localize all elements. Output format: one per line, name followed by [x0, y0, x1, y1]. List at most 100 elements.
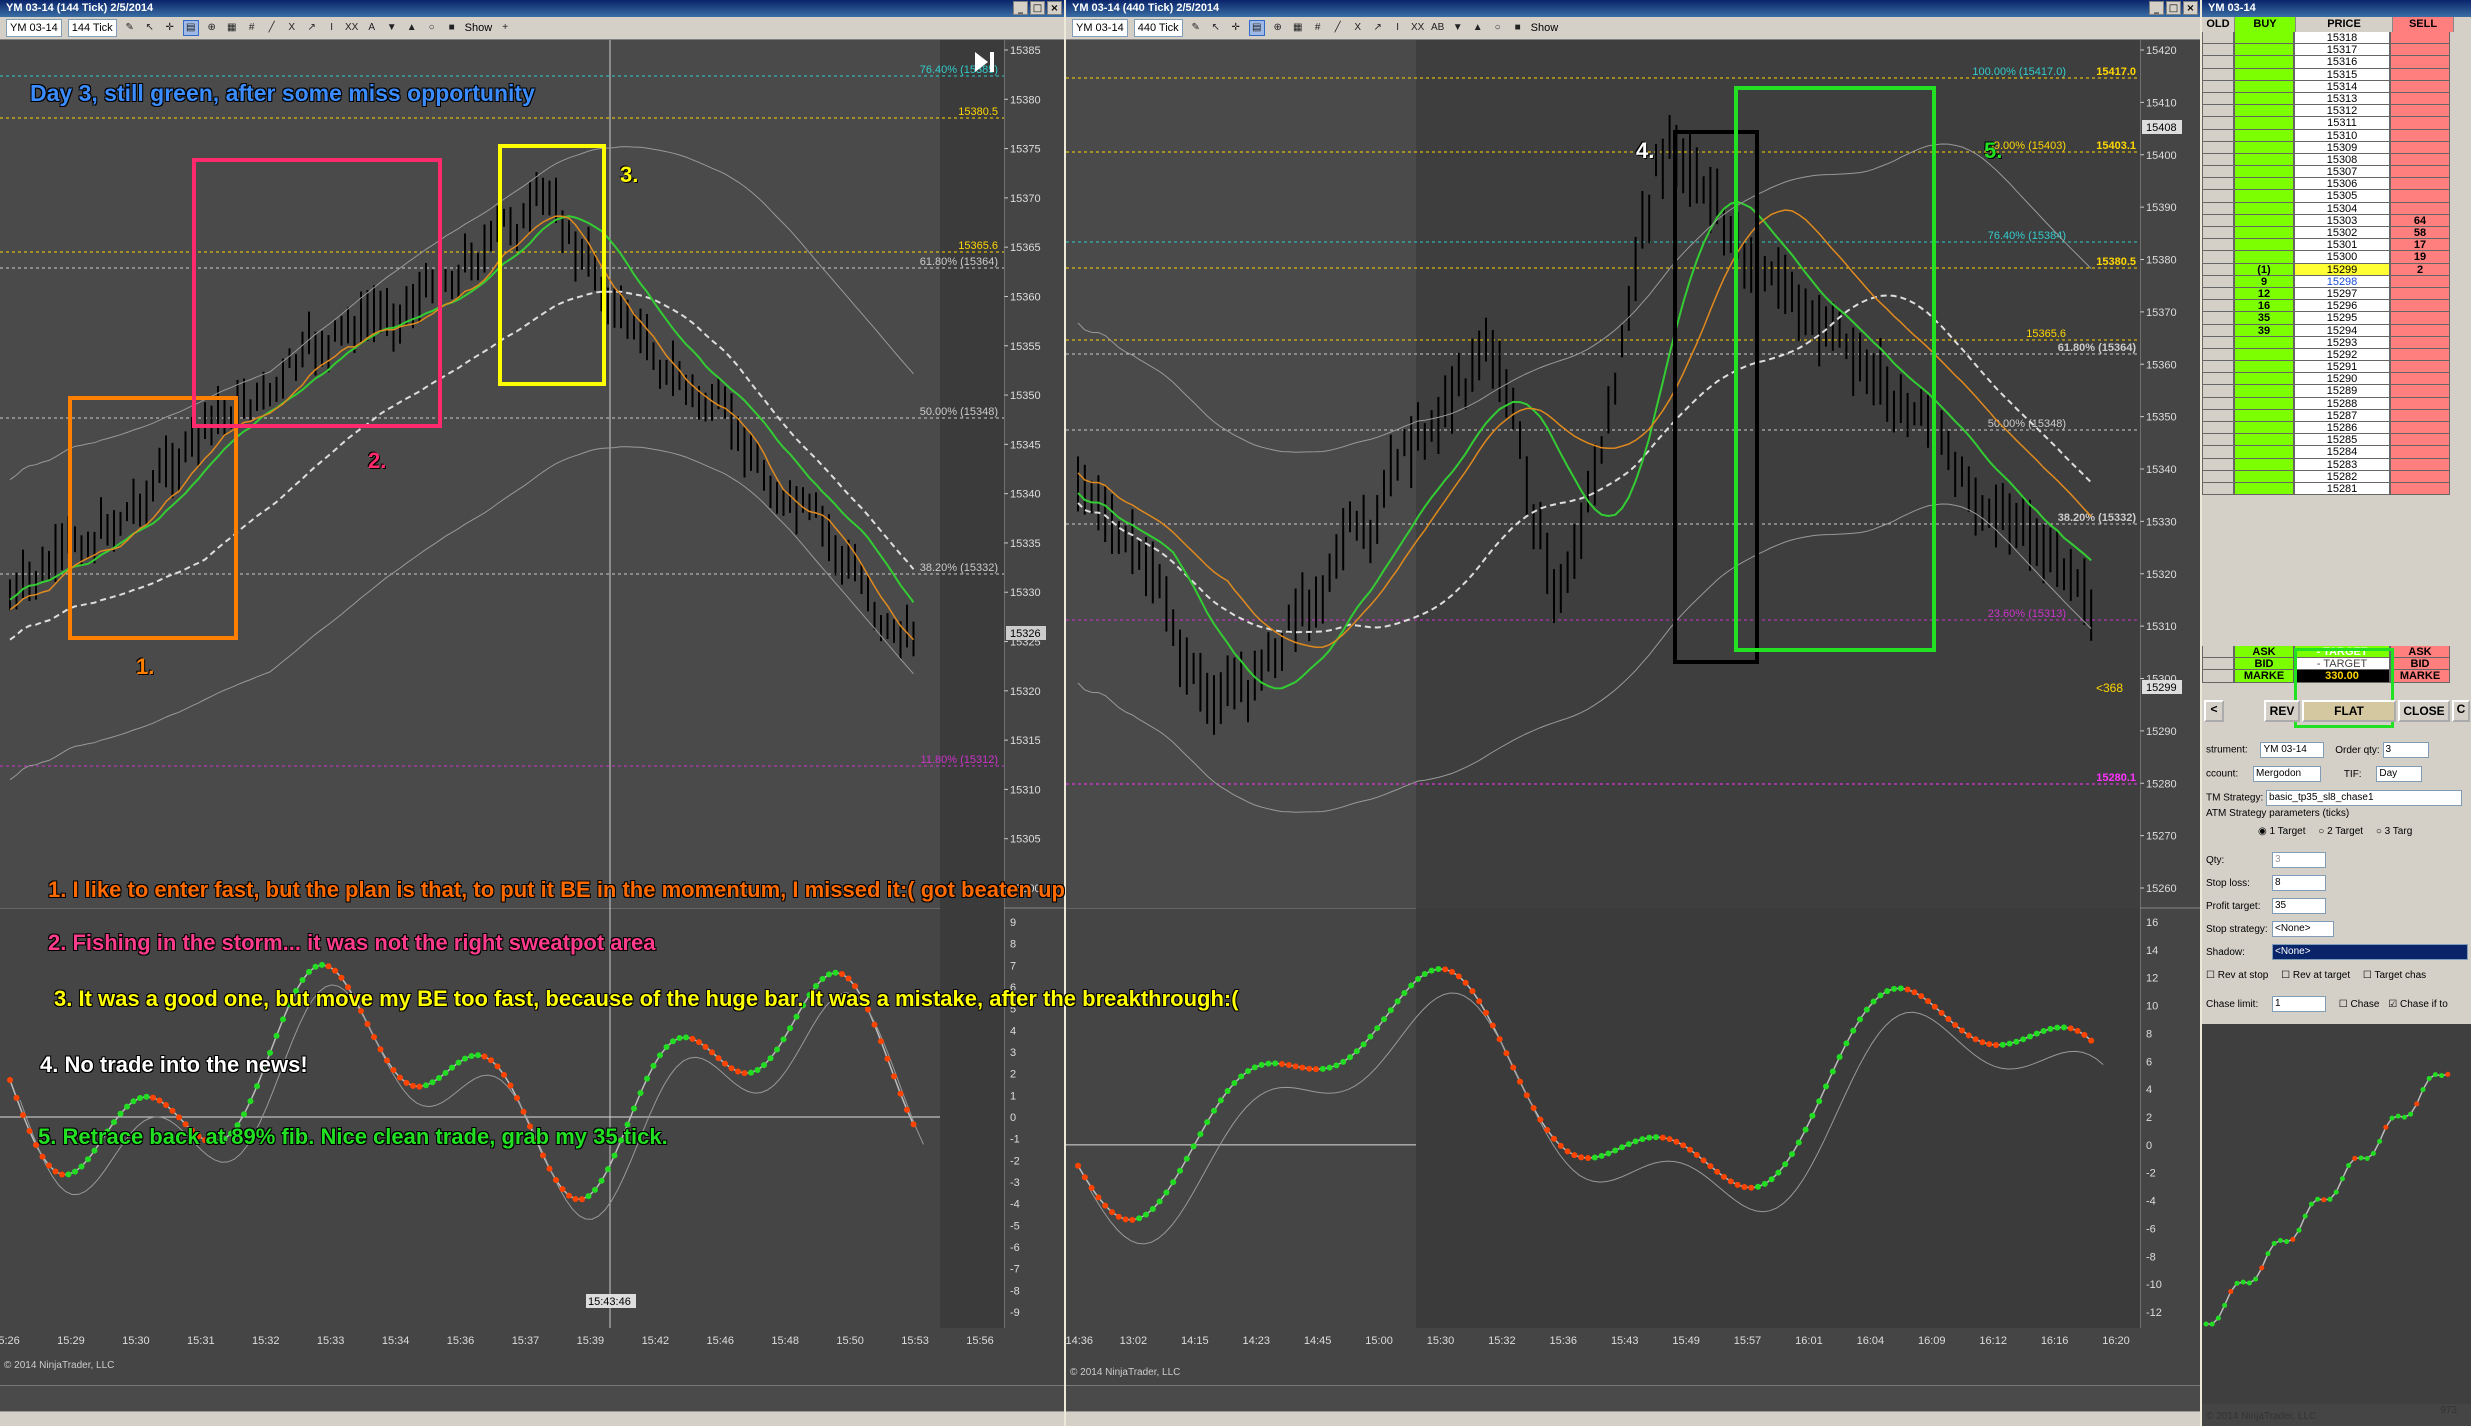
stop-strategy-select[interactable]: <None>	[2272, 921, 2334, 937]
stop-loss-input[interactable]: 8	[2272, 875, 2326, 891]
text-icon[interactable]: AB	[1431, 21, 1445, 35]
dom-sell-cell[interactable]	[2390, 422, 2450, 435]
dom-buy-cell[interactable]	[2234, 68, 2294, 81]
up-arrow-icon[interactable]: ▲	[1471, 21, 1485, 35]
left-scrollbar[interactable]	[0, 1411, 1064, 1426]
pencil-icon[interactable]: ✎	[1189, 21, 1203, 35]
shadow-select[interactable]: <None>	[2272, 944, 2468, 960]
x-icon[interactable]: X	[285, 21, 299, 35]
target-chase-checkbox[interactable]: ☐ Target chas	[2363, 970, 2426, 981]
zoom-icon[interactable]: ⊕	[205, 21, 219, 35]
rev-at-stop-checkbox[interactable]: ☐ Rev at stop	[2206, 970, 2268, 981]
dom-buy-cell[interactable]	[2234, 117, 2294, 130]
dom-buy-cell[interactable]	[2234, 361, 2294, 374]
dom-sell-cell[interactable]: 64	[2390, 214, 2450, 227]
dom-sell-cell[interactable]	[2390, 56, 2450, 69]
dom-buy-cell[interactable]	[2234, 44, 2294, 57]
dom-buy-cell[interactable]	[2234, 434, 2294, 447]
maximize-icon[interactable]: □	[2166, 1, 2181, 15]
ellipse-icon[interactable]: ○	[425, 21, 439, 35]
interval-select[interactable]: 144 Tick	[67, 19, 117, 37]
hash-icon[interactable]: #	[1311, 21, 1325, 35]
cursor-icon[interactable]: ↖	[143, 21, 157, 35]
instrument-select[interactable]: YM 03-14	[6, 19, 62, 37]
close-icon[interactable]: ×	[2183, 1, 2198, 15]
dom-sell-cell[interactable]	[2390, 397, 2450, 410]
dom-sell-cell[interactable]	[2390, 166, 2450, 179]
zoom-icon[interactable]: ⊕	[1271, 21, 1285, 35]
dom-buy-cell[interactable]	[2234, 482, 2294, 496]
instrument-select[interactable]: YM 03-14	[1072, 19, 1128, 37]
dom-sell-cell[interactable]: 17	[2390, 239, 2450, 252]
dom-sell-cell[interactable]: 58	[2390, 227, 2450, 240]
dom-sell-cell[interactable]	[2390, 68, 2450, 81]
minimize-icon[interactable]: _	[1013, 1, 1028, 15]
profit-target-input[interactable]: 35	[2272, 898, 2326, 914]
dom-buy-cell[interactable]: 35	[2234, 312, 2294, 325]
pencil-icon[interactable]: ✎	[123, 21, 137, 35]
dom-sell-cell[interactable]	[2390, 312, 2450, 325]
dom-buy-cell[interactable]	[2234, 458, 2294, 471]
dom-buy-cell[interactable]	[2234, 348, 2294, 362]
chase-limit-input[interactable]: 1	[2272, 996, 2326, 1012]
dom-buy-cell[interactable]	[2234, 92, 2294, 106]
radio-2-target[interactable]: ○ 2 Target	[2318, 826, 2363, 837]
vline-icon[interactable]: I	[325, 21, 339, 35]
dom-buy-cell[interactable]	[2234, 214, 2294, 227]
maximize-icon[interactable]: □	[1030, 1, 1045, 15]
dom-buy-cell[interactable]	[2234, 166, 2294, 179]
ray-icon[interactable]: ↗	[1371, 21, 1385, 35]
rectangle-icon[interactable]: ■	[445, 21, 459, 35]
qty-input[interactable]: 3	[2272, 852, 2326, 868]
dom-buy-cell[interactable]	[2234, 56, 2294, 69]
dom-sell-cell[interactable]	[2390, 92, 2450, 106]
dom-buy-cell[interactable]	[2234, 336, 2294, 349]
dom-sell-cell[interactable]	[2390, 434, 2450, 447]
down-arrow-icon[interactable]: ▼	[1451, 21, 1465, 35]
dom-buy-cell[interactable]	[2234, 422, 2294, 435]
chase-if-touched-checkbox[interactable]: ☑ Chase if to	[2388, 999, 2448, 1010]
dom-buy-cell[interactable]	[2234, 178, 2294, 191]
scroll-left-button[interactable]: <	[2204, 700, 2224, 722]
cursor-icon[interactable]: ↖	[1209, 21, 1223, 35]
dom-sell-cell[interactable]	[2390, 361, 2450, 374]
dom-buy-cell[interactable]	[2234, 470, 2294, 483]
flat-button[interactable]: FLAT	[2302, 700, 2396, 722]
chase-checkbox[interactable]: ☐ Chase	[2339, 999, 2380, 1010]
dom-sell-cell[interactable]	[2390, 458, 2450, 471]
market-label[interactable]: MARKE	[2234, 670, 2294, 683]
account-select[interactable]: Mergodon	[2253, 766, 2322, 782]
show-button[interactable]: Show	[1531, 22, 1559, 34]
ellipse-icon[interactable]: ○	[1491, 21, 1505, 35]
dom-sell-cell[interactable]	[2390, 409, 2450, 422]
line-icon[interactable]: ╱	[265, 21, 279, 35]
atm-strategy-select[interactable]: basic_tp35_sl8_chase1	[2266, 790, 2463, 806]
dom-sell-cell[interactable]	[2390, 32, 2450, 45]
dom-sell-cell[interactable]	[2390, 80, 2450, 93]
dom-buy-cell[interactable]: 12	[2234, 287, 2294, 301]
dom-buy-cell[interactable]: 9	[2234, 275, 2294, 288]
line-icon[interactable]: ╱	[1331, 21, 1345, 35]
dom-sell-cell[interactable]: 2	[2390, 263, 2450, 276]
rev-at-target-checkbox[interactable]: ☐ Rev at target	[2281, 970, 2350, 981]
order-qty-input[interactable]: 3	[2382, 742, 2429, 758]
dom-sell-cell[interactable]	[2390, 129, 2450, 142]
dom-buy-cell[interactable]	[2234, 129, 2294, 142]
interval-select[interactable]: 440 Tick	[1133, 19, 1183, 37]
dom-buy-cell[interactable]	[2234, 141, 2294, 154]
dom-sell-cell[interactable]	[2390, 105, 2450, 118]
dom-sell-cell[interactable]	[2390, 373, 2450, 386]
tif-select[interactable]: Day	[2376, 766, 2423, 782]
dom-buy-cell[interactable]	[2234, 80, 2294, 93]
dom-sell-cell[interactable]	[2390, 446, 2450, 459]
properties-icon[interactable]: ▦	[1291, 21, 1305, 35]
scroll-right-button[interactable]: C	[2452, 700, 2470, 722]
dom-sell-cell[interactable]	[2390, 190, 2450, 203]
dom-buy-cell[interactable]	[2234, 32, 2294, 45]
add-icon[interactable]: +	[498, 21, 512, 35]
dom-buy-cell[interactable]	[2234, 227, 2294, 240]
dom-buy-cell[interactable]	[2234, 190, 2294, 203]
dom-sell-cell[interactable]	[2390, 287, 2450, 301]
dom-buy-cell[interactable]	[2234, 202, 2294, 215]
right-scrollbar[interactable]	[1066, 1411, 2200, 1426]
